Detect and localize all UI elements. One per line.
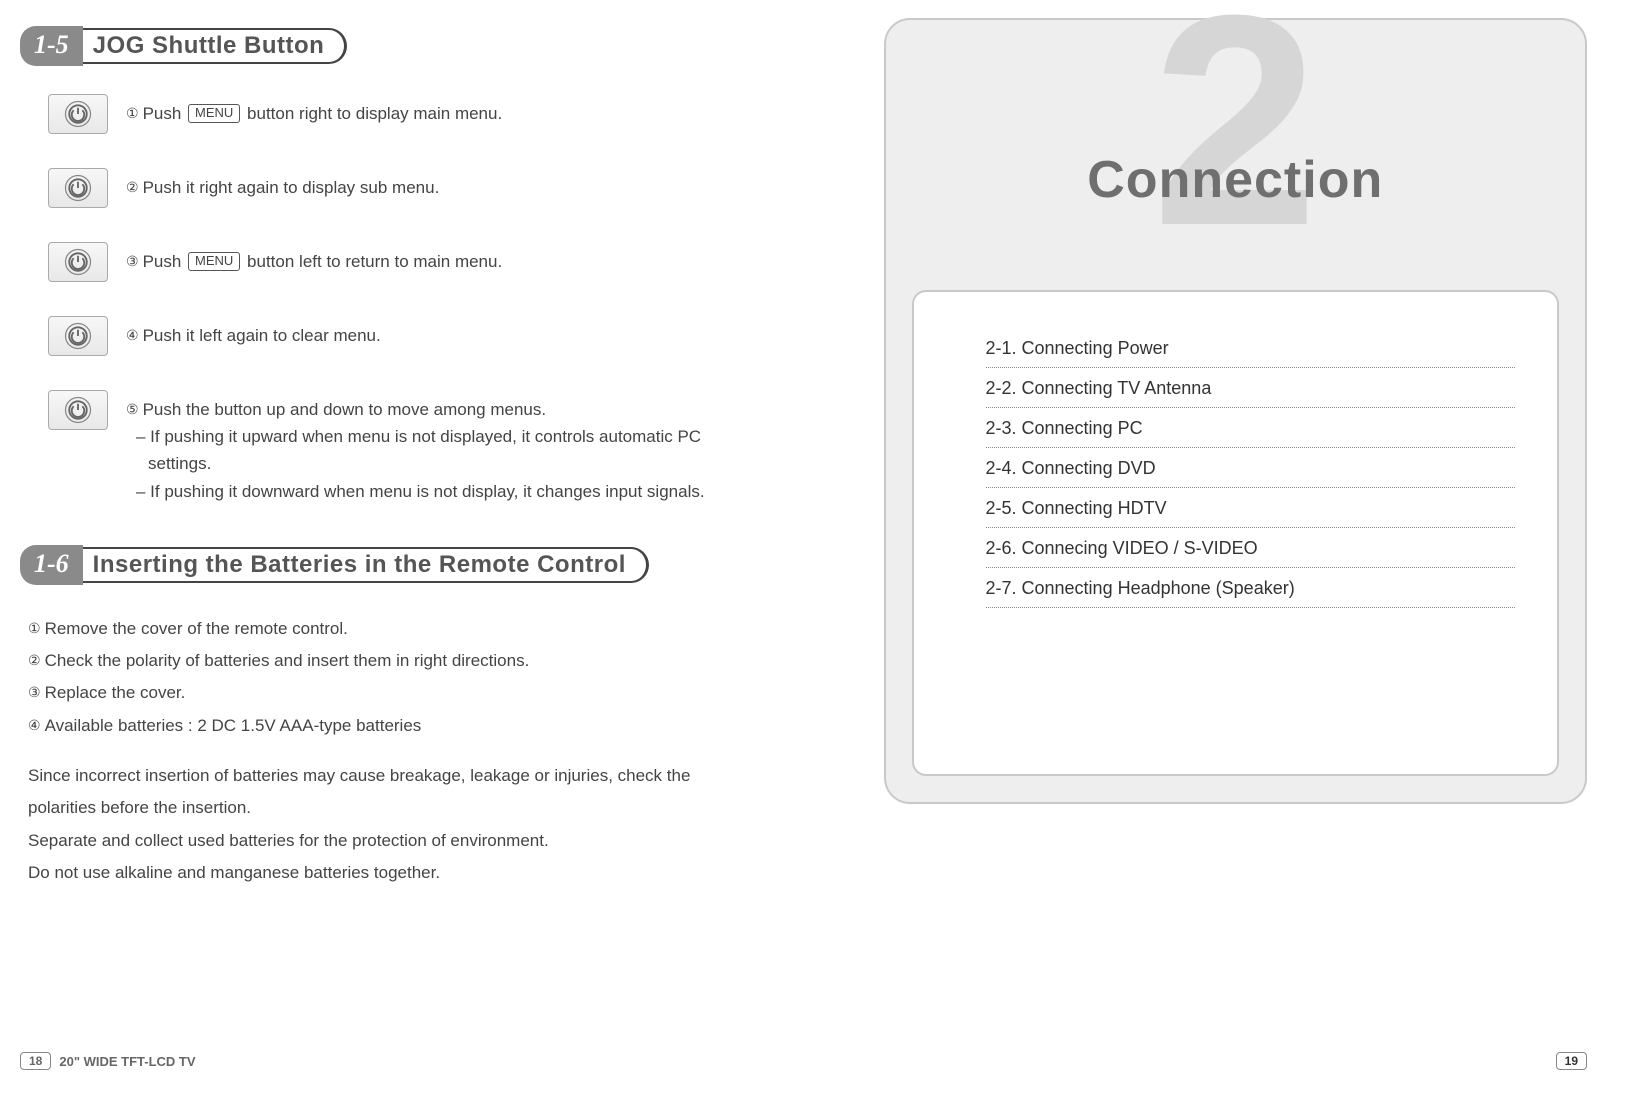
jog-step-row: ④Push it left again to clear menu. [48, 316, 754, 356]
battery-step-line: ②Check the polarity of batteries and ins… [28, 645, 754, 677]
jog-step-row: ③Push MENU button left to return to main… [48, 242, 754, 282]
jog-step-text: ①Push MENU button right to display main … [126, 94, 502, 127]
toc-item: 2-2. Connecting TV Antenna [986, 368, 1516, 408]
menu-button-label: MENU [188, 104, 240, 123]
toc-item: 2-6. Connecing VIDEO / S-VIDEO [986, 528, 1516, 568]
step-marker: ③ [126, 250, 139, 272]
step-marker: ④ [28, 712, 41, 739]
power-button-icon [48, 242, 108, 282]
power-button-icon [48, 316, 108, 356]
step-marker: ① [126, 102, 139, 124]
footer-right: 19 [1556, 1052, 1587, 1070]
left-page: 1-5 JOG Shuttle Button ①Push MENU button… [0, 0, 814, 1104]
chapter-panel: 2 Connection 2-1. Connecting Power2-2. C… [884, 18, 1588, 804]
step-marker: ② [28, 647, 41, 674]
step-subtext: – If pushing it downward when menu is no… [126, 478, 754, 505]
section-1-5-title-wrap: JOG Shuttle Button [83, 28, 348, 64]
battery-step-line: ③Replace the cover. [28, 677, 754, 709]
toc-item: 2-7. Connecting Headphone (Speaker) [986, 568, 1516, 608]
step-marker: ③ [28, 679, 41, 706]
section-1-6-number: 1-6 [20, 545, 83, 585]
section-1-5-header: 1-5 JOG Shuttle Button [20, 26, 754, 66]
toc-item: 2-4. Connecting DVD [986, 448, 1516, 488]
step-text-pre: Push [143, 252, 186, 271]
section-1-6-title-wrap: Inserting the Batteries in the Remote Co… [83, 547, 649, 583]
step-marker: ② [126, 176, 139, 198]
right-page: 2 Connection 2-1. Connecting Power2-2. C… [814, 0, 1627, 1104]
power-button-icon [48, 168, 108, 208]
battery-note: Do not use alkaline and manganese batter… [28, 857, 754, 889]
step-text-pre: Push it right again to display sub menu. [143, 178, 440, 197]
chapter-big-number: 2 [1152, 0, 1319, 270]
section-1-6-title: Inserting the Batteries in the Remote Co… [93, 551, 636, 579]
toc-item: 2-1. Connecting Power [986, 328, 1516, 368]
step-text-pre: Push [143, 104, 186, 123]
battery-note: Separate and collect used batteries for … [28, 825, 754, 857]
jog-step-text: ③Push MENU button left to return to main… [126, 242, 502, 275]
section-1-6-body: ①Remove the cover of the remote control.… [28, 613, 754, 889]
menu-button-label: MENU [188, 252, 240, 271]
toc-item: 2-5. Connecting HDTV [986, 488, 1516, 528]
step-subtext: – If pushing it upward when menu is not … [126, 423, 754, 477]
page-number-left: 18 [20, 1052, 51, 1070]
section-1-5-title: JOG Shuttle Button [93, 32, 335, 60]
battery-step-text: Remove the cover of the remote control. [45, 619, 348, 638]
step-marker: ① [28, 615, 41, 642]
toc-item: 2-3. Connecting PC [986, 408, 1516, 448]
jog-step-row: ⑤Push the button up and down to move amo… [48, 390, 754, 505]
jog-step-text: ④Push it left again to clear menu. [126, 316, 381, 349]
jog-step-row: ①Push MENU button right to display main … [48, 94, 754, 134]
step-marker: ⑤ [126, 398, 139, 420]
page-number-right: 19 [1556, 1052, 1587, 1070]
section-1-6-header: 1-6 Inserting the Batteries in the Remot… [20, 545, 754, 585]
chapter-title: Connection [886, 150, 1586, 210]
step-text-post: button left to return to main menu. [242, 252, 502, 271]
jog-step-row: ②Push it right again to display sub menu… [48, 168, 754, 208]
step-text-post: button right to display main menu. [242, 104, 502, 123]
battery-step-line: ①Remove the cover of the remote control. [28, 613, 754, 645]
jog-step-text: ⑤Push the button up and down to move amo… [126, 390, 754, 505]
power-button-icon [48, 94, 108, 134]
battery-step-text: Check the polarity of batteries and inse… [45, 651, 530, 670]
battery-step-line: ④Available batteries : 2 DC 1.5V AAA-typ… [28, 710, 754, 742]
section-1-5-number: 1-5 [20, 26, 83, 66]
jog-step-text: ②Push it right again to display sub menu… [126, 168, 439, 201]
battery-step-text: Available batteries : 2 DC 1.5V AAA-type… [45, 716, 422, 735]
step-text-pre: Push the button up and down to move amon… [143, 400, 547, 419]
toc-box: 2-1. Connecting Power2-2. Connecting TV … [912, 290, 1560, 776]
step-marker: ④ [126, 324, 139, 346]
battery-note: Since incorrect insertion of batteries m… [28, 760, 754, 825]
footer-left: 18 20" WIDE TFT-LCD TV [20, 1052, 196, 1070]
battery-step-text: Replace the cover. [45, 683, 186, 702]
power-button-icon [48, 390, 108, 430]
jog-steps: ①Push MENU button right to display main … [20, 94, 754, 505]
step-text-pre: Push it left again to clear menu. [143, 326, 381, 345]
product-name: 20" WIDE TFT-LCD TV [59, 1054, 195, 1069]
